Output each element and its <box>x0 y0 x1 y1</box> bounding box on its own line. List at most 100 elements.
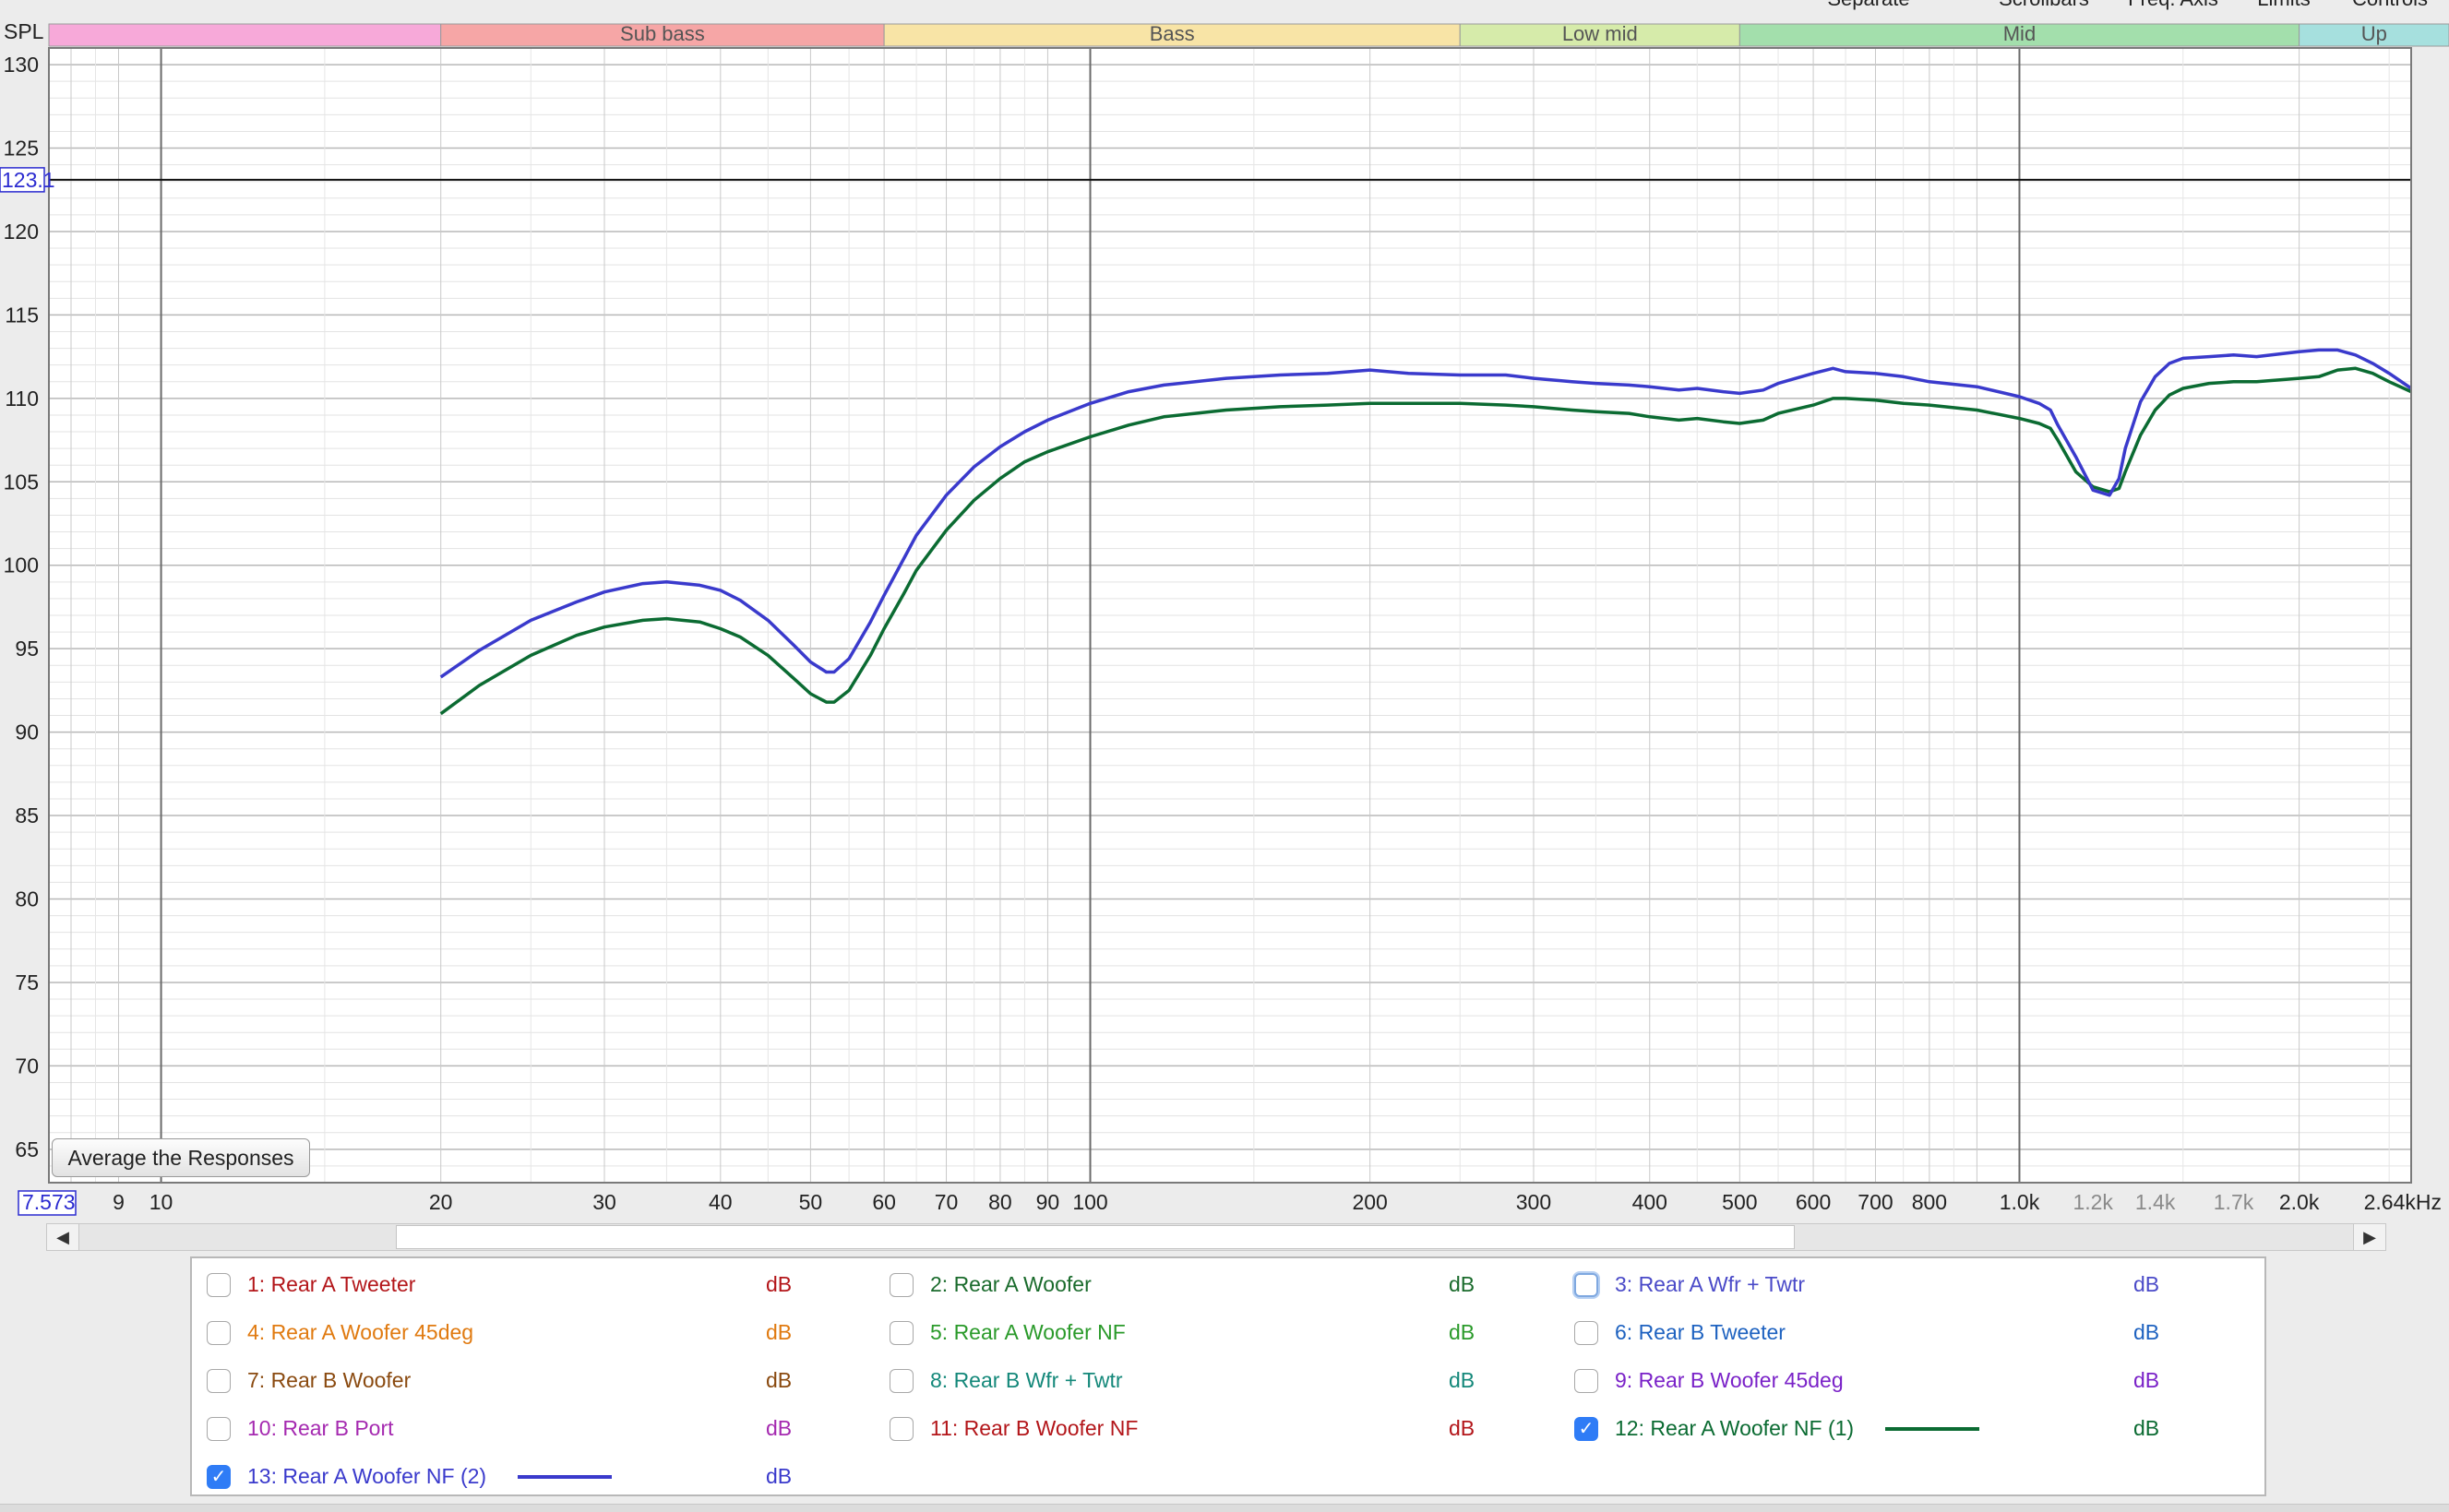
legend-item[interactable]: 4: Rear A Woofer 45deg dB <box>192 1314 875 1351</box>
legend-checkbox[interactable] <box>1574 1273 1598 1297</box>
top-toolbar-label: Limits <box>2257 0 2310 10</box>
legend-checkbox[interactable] <box>890 1369 914 1393</box>
legend-checkbox[interactable] <box>207 1417 231 1441</box>
legend-checkbox[interactable] <box>1574 1321 1598 1345</box>
legend-checkbox[interactable] <box>207 1369 231 1393</box>
x-tick-label: 1.2k <box>2073 1190 2113 1214</box>
legend-item[interactable]: 10: Rear B Port dB <box>192 1410 875 1447</box>
legend-unit: dB <box>1449 1272 1475 1296</box>
top-toolbar-cut-labels: Separate Scrollbars Freq. Axis Limits Contro… <box>1827 0 2428 10</box>
y-axis-label: SPL <box>4 19 44 43</box>
legend-checkbox[interactable]: ✓ <box>1574 1417 1598 1441</box>
y-tick-label: 110 <box>5 387 39 411</box>
legend-checkbox[interactable] <box>890 1321 914 1345</box>
x-tick-label: 1.4k <box>2135 1190 2176 1214</box>
legend-unit: dB <box>766 1272 793 1296</box>
legend-label: 3: Rear A Wfr + Twtr <box>1615 1272 1806 1296</box>
legend-line-swatch <box>518 1475 613 1479</box>
y-tick-label: 105 <box>4 470 39 494</box>
scrollbar-thumb[interactable] <box>396 1225 1795 1249</box>
x-tick-label: 600 <box>1796 1190 1831 1214</box>
legend-checkbox[interactable]: ✓ <box>207 1465 231 1489</box>
y-tick-label: 75 <box>15 970 39 994</box>
x-tick-label: 2.0k <box>2279 1190 2320 1214</box>
y-tick-label: 65 <box>15 1137 39 1161</box>
frequency-bands: Sub bass Bass Low mid Mid Up <box>48 22 2449 47</box>
legend-unit: dB <box>2133 1320 2160 1344</box>
legend-item[interactable]: 9: Rear B Woofer 45deg dB <box>1559 1362 2242 1399</box>
legend-item[interactable]: 1: Rear A Tweeter dB <box>192 1266 875 1303</box>
frequency-response-chart[interactable]: Sub bass Bass Low mid Mid Up Separate Scrollb… <box>0 0 2449 1218</box>
legend-checkbox[interactable] <box>207 1321 231 1345</box>
top-toolbar-label: Controls <box>2352 0 2428 10</box>
legend-unit: dB <box>766 1320 793 1344</box>
x-tick-label: 300 <box>1516 1190 1551 1214</box>
x-tick-label: 50 <box>799 1190 823 1214</box>
legend-unit: dB <box>1449 1368 1475 1392</box>
legend-unit: dB <box>1449 1416 1475 1440</box>
legend-unit: dB <box>2133 1272 2160 1296</box>
band-label-4: Mid <box>2003 22 2036 45</box>
legend-item[interactable]: 3: Rear A Wfr + Twtr dB <box>1559 1266 2242 1303</box>
x-tick-label: 70 <box>935 1190 959 1214</box>
x-tick-label: 2.64kHz <box>2364 1190 2442 1214</box>
legend-unit: dB <box>766 1368 793 1392</box>
y-tick-label: 115 <box>5 303 39 327</box>
scroll-left-arrow-icon[interactable]: ◀ <box>47 1224 79 1250</box>
average-responses-button[interactable]: Average the Responses <box>52 1138 310 1177</box>
x-tick-label: 200 <box>1352 1190 1387 1214</box>
top-toolbar-label: Scrollbars <box>1999 0 2089 10</box>
legend-checkbox[interactable] <box>1574 1369 1598 1393</box>
legend-unit: dB <box>1449 1320 1475 1344</box>
y-tick-label: 70 <box>15 1054 39 1077</box>
top-toolbar-label: Freq. Axis <box>2128 0 2218 10</box>
x-tick-label: 9 <box>113 1190 125 1214</box>
legend-item[interactable]: 7: Rear B Woofer dB <box>192 1362 875 1399</box>
y-tick-label: 125 <box>4 137 39 161</box>
y-tick-label: 90 <box>15 720 39 744</box>
legend-item[interactable]: ✓ 13: Rear A Woofer NF (2) dB <box>192 1458 875 1494</box>
legend-checkbox[interactable] <box>207 1273 231 1297</box>
x-start-readout[interactable]: 7.573 <box>18 1190 77 1216</box>
horizontal-scrollbar[interactable]: ◀ ▶ <box>46 1223 2386 1251</box>
legend-checkbox[interactable] <box>890 1273 914 1297</box>
legend-item[interactable]: 8: Rear B Wfr + Twtr dB <box>875 1362 1558 1399</box>
legend-label: 6: Rear B Tweeter <box>1615 1320 1786 1344</box>
y-tick-label: 80 <box>15 887 39 911</box>
legend-checkbox[interactable] <box>890 1417 914 1441</box>
legend-unit: dB <box>2133 1368 2160 1392</box>
x-tick-label: 500 <box>1722 1190 1757 1214</box>
x-tick-label: 90 <box>1036 1190 1060 1214</box>
legend-label: 4: Rear A Woofer 45deg <box>247 1320 474 1344</box>
cursor-y-readout[interactable]: 123.1 <box>0 167 55 193</box>
top-toolbar-label: Separate <box>1827 0 1909 10</box>
legend-unit: dB <box>2133 1416 2160 1440</box>
y-tick-label: 95 <box>15 637 39 661</box>
legend-label: 2: Rear A Woofer <box>930 1272 1092 1296</box>
x-start-value: 7.573 <box>22 1190 76 1214</box>
legend-label: 12: Rear A Woofer NF (1) <box>1615 1416 1855 1440</box>
band-label-5: Up <box>2361 22 2387 45</box>
band-label-3: Low mid <box>1562 22 1638 45</box>
x-tick-label: 20 <box>429 1190 453 1214</box>
x-tick-label: 30 <box>592 1190 616 1214</box>
legend-unit: dB <box>766 1416 793 1440</box>
band-0 <box>48 23 442 47</box>
legend-line-swatch <box>1885 1427 1980 1431</box>
legend-item[interactable]: 2: Rear A Woofer dB <box>875 1266 1558 1303</box>
x-tick-label: 60 <box>872 1190 896 1214</box>
x-tick-label: 800 <box>1912 1190 1947 1214</box>
band-label-2: Bass <box>1150 22 1195 45</box>
legend-label: 7: Rear B Woofer <box>247 1368 412 1392</box>
legend-item[interactable]: 11: Rear B Woofer NF dB <box>875 1410 1558 1447</box>
x-tick-label: 700 <box>1858 1190 1893 1214</box>
x-tick-label: 100 <box>1072 1190 1107 1214</box>
legend-label: 11: Rear B Woofer NF <box>930 1416 1139 1440</box>
legend-item[interactable]: 6: Rear B Tweeter dB <box>1559 1314 2242 1351</box>
legend-item[interactable]: 5: Rear A Woofer NF dB <box>875 1314 1558 1351</box>
y-tick-label: 120 <box>4 220 39 244</box>
legend-label: 10: Rear B Port <box>247 1416 394 1440</box>
legend-label: 5: Rear A Woofer NF <box>930 1320 1126 1344</box>
scroll-right-arrow-icon[interactable]: ▶ <box>2353 1224 2385 1250</box>
legend-item[interactable]: ✓ 12: Rear A Woofer NF (1) dB <box>1559 1410 2242 1447</box>
